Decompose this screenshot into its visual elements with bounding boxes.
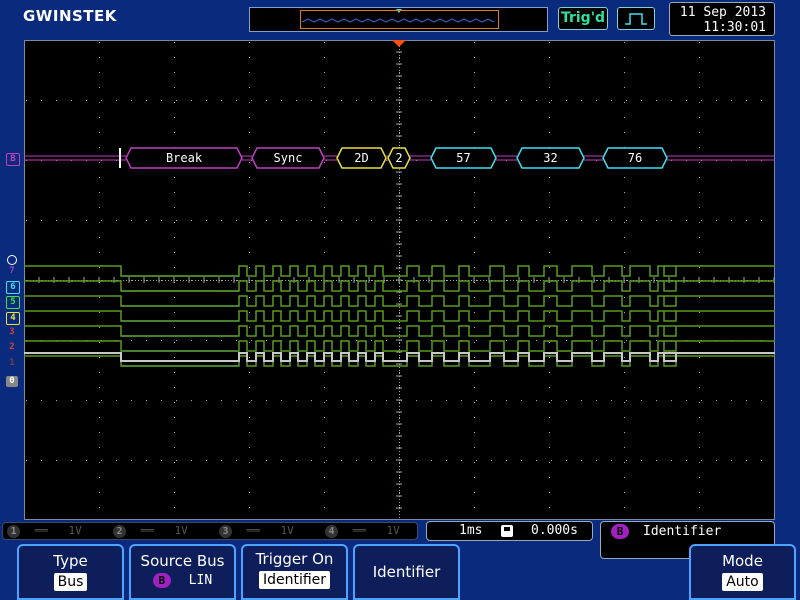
bus-frame-label-5: 32	[543, 151, 557, 165]
channel-2-volts: 1V	[174, 524, 188, 537]
timebase-scale: 1ms	[459, 523, 483, 538]
channel-status-3[interactable]: 3 ══ 1V	[219, 524, 294, 538]
source-bus-value: LIN	[188, 573, 213, 588]
mode-softkey-value: Auto	[722, 573, 763, 591]
channel-marker-5[interactable]: 5	[6, 296, 20, 309]
channel-status-2[interactable]: 2 ══ 1V	[113, 524, 188, 538]
timebase-panel[interactable]: 1ms 0.000s	[426, 521, 593, 541]
bus-marker[interactable]: B	[6, 153, 20, 166]
channel-marker-1[interactable]: 1	[6, 358, 18, 369]
top-bar: GWINSTEK Trig'd 11 Sep 2013 11:30:01	[0, 0, 800, 38]
bus-frame-label-0: Break	[166, 151, 203, 165]
horizontal-position-icon	[501, 525, 513, 537]
channel-marker-2[interactable]: 2	[6, 342, 18, 353]
channel-marker-column: B 7 6 5 4 3 2 1 0	[0, 40, 24, 520]
horizontal-position-value: 0.000s	[531, 523, 578, 538]
trigger-on-softkey-value: Identifier	[258, 571, 331, 589]
channel-marker-3[interactable]: 3	[6, 327, 18, 338]
channel-1-volts: 1V	[68, 524, 82, 537]
channel-marker-6[interactable]: 6	[6, 281, 20, 294]
channel-4-coupling-icon: ══	[352, 524, 366, 537]
type-softkey-value: Bus	[53, 573, 88, 591]
trigger-source-badge: B	[611, 524, 629, 539]
mode-softkey-title: Mode	[722, 552, 763, 570]
bus-frame-label-6: 76	[628, 151, 642, 165]
channel-1-badge: 1	[7, 525, 20, 538]
channel-3-volts: 1V	[280, 524, 294, 537]
channel-status-4[interactable]: 4 ══ 1V	[325, 524, 400, 538]
channel-status-panel: 1 ══ 1V 2 ══ 1V 3 ══ 1V 4 ══ 1V	[2, 522, 418, 540]
bus-decode-row: Break Sync 2D 2 57 32 76	[24, 147, 775, 169]
channel-marker-7[interactable]: 7	[6, 266, 18, 277]
trigger-on-softkey-title: Trigger On	[255, 550, 334, 568]
channel-3-badge: 3	[219, 525, 232, 538]
trigger-level-icon	[7, 255, 17, 265]
oscilloscope-screen: GWINSTEK Trig'd 11 Sep 2013 11:30:01 B 7…	[0, 0, 800, 600]
channel-4-badge: 4	[325, 525, 338, 538]
identifier-softkey-title: Identifier	[372, 563, 441, 581]
channel-1-coupling-icon: ══	[34, 524, 48, 537]
overview-view-window	[300, 10, 499, 29]
channel-marker-4[interactable]: 4	[6, 312, 20, 325]
channel-2-badge: 2	[113, 525, 126, 538]
type-softkey-title: Type	[53, 552, 88, 570]
source-bus-softkey[interactable]: Source Bus B LIN	[129, 544, 236, 600]
bus-frame-label-4: 57	[456, 151, 470, 165]
bus-frame-label-3: 2	[395, 151, 402, 165]
channel-3-coupling-icon: ══	[246, 524, 260, 537]
trigger-type-text: Identifier	[643, 524, 722, 539]
brand-logo: GWINSTEK	[23, 7, 117, 25]
source-bus-softkey-title: Source Bus	[140, 552, 225, 570]
channel-2-coupling-icon: ══	[140, 524, 154, 537]
identifier-softkey[interactable]: Identifier	[353, 544, 460, 600]
bus-frame-label-2: 2D	[354, 151, 368, 165]
date-text: 11 Sep 2013	[679, 5, 766, 20]
trigger-edge-icon	[617, 7, 655, 30]
trigger-status: Trig'd	[558, 7, 608, 30]
waveform-display[interactable]: Break Sync 2D 2 57 32 76	[24, 40, 775, 520]
source-bus-badge: B	[152, 573, 171, 588]
channel-status-1[interactable]: 1 ══ 1V	[7, 524, 82, 538]
trigger-on-softkey[interactable]: Trigger On Identifier	[241, 544, 348, 600]
date-time-display: 11 Sep 2013 11:30:01	[669, 2, 775, 36]
time-text: 11:30:01	[703, 20, 766, 35]
channel-4-volts: 1V	[386, 524, 400, 537]
type-softkey[interactable]: Type Bus	[17, 544, 124, 600]
memory-overview-bar[interactable]	[249, 7, 548, 32]
channel-marker-0[interactable]: 0	[6, 376, 18, 387]
mode-softkey[interactable]: Mode Auto	[689, 544, 796, 600]
bus-frame-label-1: Sync	[274, 151, 303, 165]
